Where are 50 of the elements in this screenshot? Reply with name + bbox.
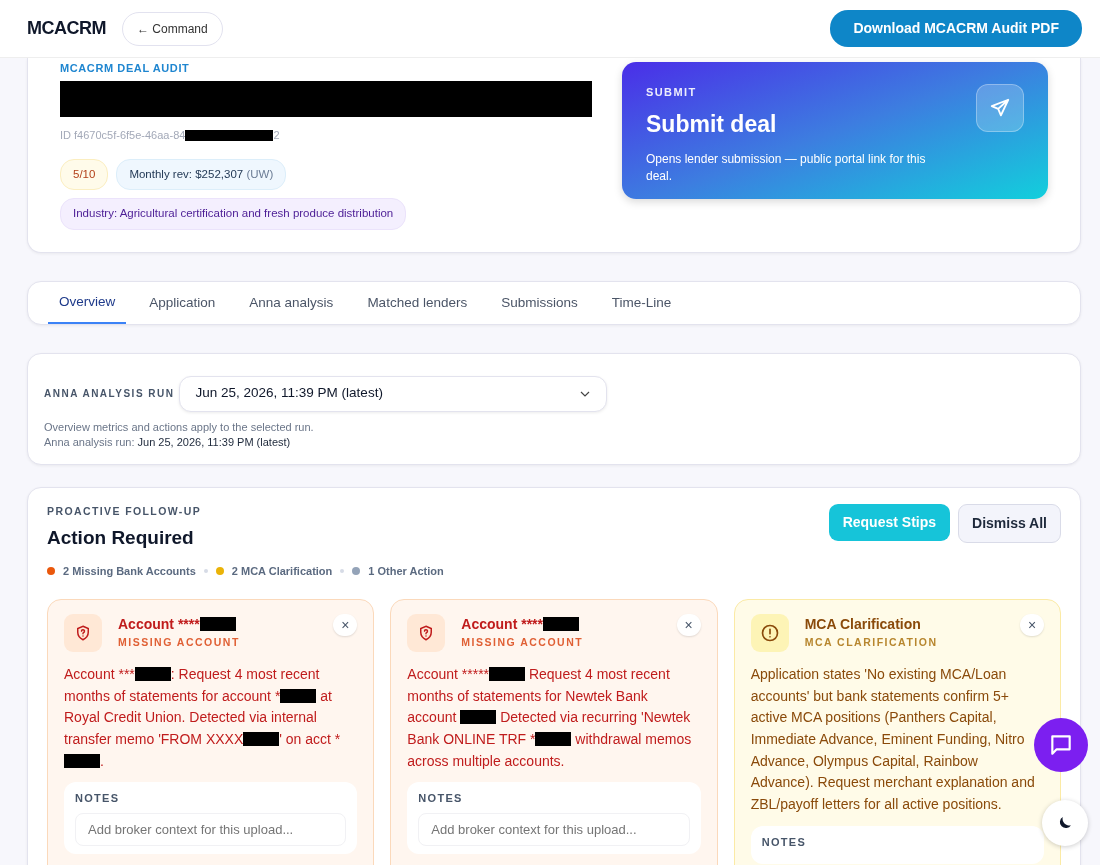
- notes-field[interactable]: Add broker context for this upload...: [75, 812, 347, 847]
- action-eyebrow: PROACTIVE FOLLOW-UP: [47, 504, 202, 520]
- notes-field[interactable]: Add broker context for this upload...: [418, 812, 690, 847]
- summary-count: 2 Missing Bank Accounts: [63, 563, 196, 579]
- send-icon: [976, 84, 1024, 132]
- tab[interactable]: Submissions: [490, 283, 589, 324]
- back-button[interactable]: ← Command: [122, 11, 223, 46]
- close-button[interactable]: ×: [676, 614, 701, 637]
- tab[interactable]: Matched lenders: [356, 283, 479, 324]
- run-label: ANNA ANALYSIS RUN: [44, 387, 175, 401]
- section-eyebrow: MCACRM DEAL AUDIT: [60, 61, 191, 76]
- card-description: Account ***** Request 4 most recent months of statements for Newtek Bank account Detected via recurring 'Newtek Bank ONLINE TRF * withdrawal memos across multiple accounts.: [407, 665, 693, 771]
- submit-deal-card[interactable]: SUBMIT Submit deal Opens lender submission — public portal link for this deal.: [622, 62, 1048, 199]
- shield-question-icon: [64, 614, 102, 653]
- notes-label: NOTES: [761, 834, 808, 850]
- run-select[interactable]: Jun 25, 2026, 11:39 PM (latest): [178, 375, 607, 412]
- revenue-badge: Monthly rev: $252,307 (UW): [116, 159, 287, 191]
- notes-label: NOTES: [75, 791, 121, 807]
- score-badge: 5/10: [60, 159, 109, 191]
- card-category: MISSING ACCOUNT: [118, 635, 241, 651]
- tab[interactable]: Application: [138, 283, 227, 324]
- download-pdf-button[interactable]: Download MCACRM Audit PDF: [830, 10, 1082, 47]
- chevron-down-icon: [579, 390, 590, 397]
- notes-label: NOTES: [418, 791, 464, 807]
- run-note: Overview metrics and actions apply to the selected run.: [44, 419, 315, 435]
- close-button[interactable]: ×: [333, 614, 358, 637]
- submit-description: Opens lender submission — public portal link for this deal.: [646, 151, 927, 185]
- industry-badge: Industry: Agricultural certification and fresh produce distribution: [60, 198, 407, 230]
- deal-id: ID f4670c5f-6f5e-46aa-84 2: [60, 127, 281, 143]
- card-title: Account ****: [118, 614, 318, 636]
- card-category: MISSING ACCOUNT: [461, 635, 585, 651]
- tab[interactable]: Anna analysis: [238, 283, 345, 324]
- dismiss-all-button[interactable]: Dismiss All: [958, 504, 1061, 544]
- action-title: Action Required: [47, 526, 195, 551]
- submit-eyebrow: SUBMIT: [646, 85, 698, 100]
- tab[interactable]: Overview: [48, 283, 127, 324]
- card-description: Account *** : Request 4 most recent months of statements for account * at Royal Credit Union. Detected via internal transfer memo 'FROM XXXX ' on acct * .: [64, 665, 342, 771]
- chat-bubble-icon: [1048, 732, 1074, 758]
- card-category: MCA CLARIFICATION: [804, 635, 939, 651]
- summary-count: 2 MCA Clarification: [231, 563, 333, 579]
- summary-count: 1 Other Action: [368, 563, 444, 579]
- card-description: Application states 'No existing MCA/Loan accounts' but bank statements confirm 5+ active MCA positions (Panthers Capital, Immediate Advance, Eminent Funding, Nitro Advance, Olympus Capital, Rainbow Advance). Request merchant explanation and ZBL/payoff letters for all active positions.: [750, 665, 1036, 815]
- card-title: MCA Clarification: [804, 615, 922, 635]
- card-title: Account ****: [461, 614, 661, 636]
- app-logo: MCACRM: [27, 17, 106, 40]
- shield-question-icon: [407, 614, 446, 653]
- current-run-text: Anna analysis run: Jun 25, 2026, 11:39 PM (latest): [44, 434, 292, 450]
- tab[interactable]: Time-Line: [600, 283, 683, 324]
- submit-title: Submit deal: [646, 109, 778, 139]
- close-button[interactable]: ×: [1020, 614, 1044, 637]
